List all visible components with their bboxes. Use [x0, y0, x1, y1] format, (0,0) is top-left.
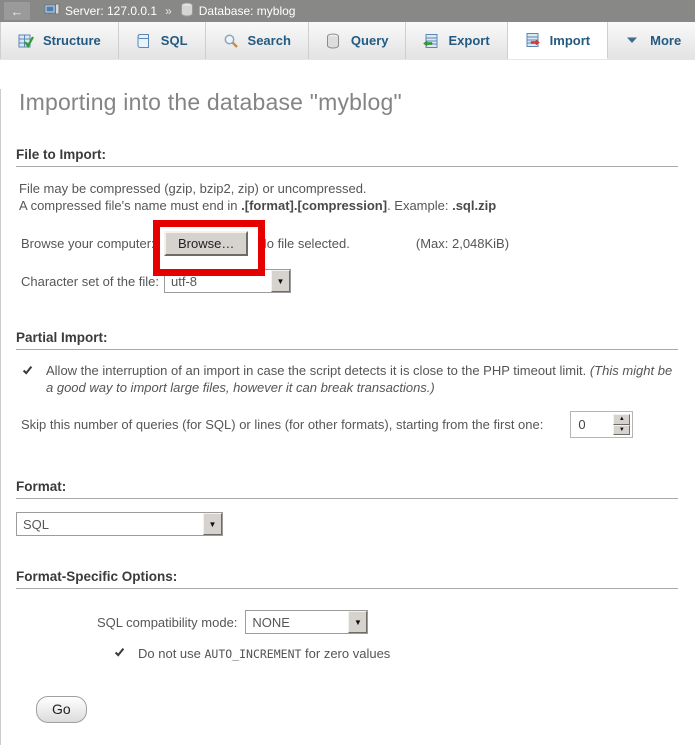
allow-interruption-row: Allow the interruption of an import in c…	[21, 362, 680, 396]
allow-interruption-label: Allow the interruption of an import in c…	[46, 362, 680, 396]
charset-label: Character set of the file:	[21, 274, 164, 289]
auto-increment-row: Do not use AUTO_INCREMENT for zero value…	[113, 645, 680, 663]
auto-increment-prefix: Do not use	[138, 646, 205, 661]
charset-dropdown-arrow-icon[interactable]: ▼	[271, 270, 290, 292]
tab-sql-label: SQL	[161, 33, 188, 48]
allow-interruption-checkbox[interactable]	[21, 364, 34, 377]
tab-bar: Structure SQL Search Query Export Import	[0, 22, 695, 60]
go-row: Go	[16, 663, 680, 723]
breadcrumb-database-label: Database: myblog	[199, 4, 296, 18]
breadcrumb-bar: ← Server: 127.0.0.1 » Database: myblog	[0, 0, 695, 22]
allow-interruption-text: Allow the interruption of an import in c…	[46, 363, 590, 378]
browse-label: Browse your computer:	[21, 236, 164, 251]
breadcrumb-database[interactable]: Database: myblog	[180, 2, 296, 20]
search-icon	[223, 33, 239, 49]
breadcrumb-separator: »	[165, 4, 172, 18]
max-size-text: (Max: 2,048KiB)	[416, 236, 509, 251]
server-icon	[44, 2, 60, 21]
file-to-import-heading: File to Import:	[16, 147, 678, 167]
auto-increment-code: AUTO_INCREMENT	[205, 647, 302, 661]
auto-increment-label: Do not use AUTO_INCREMENT for zero value…	[138, 645, 390, 663]
sql-compat-row: SQL compatibility mode: NONE ▼	[97, 610, 680, 634]
tab-more[interactable]: More	[608, 22, 695, 59]
charset-select[interactable]: utf-8 ▼	[164, 269, 291, 293]
auto-increment-suffix: for zero values	[301, 646, 390, 661]
stepper-up-icon[interactable]: ▲	[613, 414, 630, 425]
sql-compat-select[interactable]: NONE ▼	[245, 610, 368, 634]
tab-import-label: Import	[550, 33, 590, 48]
tab-structure-label: Structure	[43, 33, 101, 48]
tab-import[interactable]: Import	[508, 22, 608, 59]
skip-queries-stepper[interactable]: 0 ▲ ▼	[570, 411, 633, 438]
skip-queries-label: Skip this number of queries (for SQL) or…	[21, 417, 543, 432]
format-select[interactable]: SQL ▼	[16, 512, 223, 536]
browse-button[interactable]: Browse…	[164, 231, 248, 256]
export-icon	[423, 33, 439, 49]
no-file-selected-text: No file selected.	[257, 236, 350, 251]
browse-row: Browse your computer: Browse… No file se…	[21, 231, 680, 256]
charset-selected-value: utf-8	[165, 270, 271, 292]
format-selected-value: SQL	[17, 513, 203, 535]
import-icon	[525, 32, 541, 48]
structure-icon	[18, 33, 34, 49]
page-title: Importing into the database "myblog"	[19, 89, 680, 116]
compression-line1: File may be compressed (gzip, bzip2, zip…	[19, 181, 367, 196]
main-content: Importing into the database "myblog" Fil…	[0, 89, 695, 745]
tab-export[interactable]: Export	[406, 22, 507, 59]
charset-row: Character set of the file: utf-8 ▼	[21, 269, 680, 293]
compression-format-token: .[format].[compression]	[241, 198, 387, 213]
format-row: SQL ▼	[16, 512, 680, 536]
tab-sql[interactable]: SQL	[119, 22, 206, 59]
compression-line2-prefix: A compressed file's name must end in	[19, 198, 241, 213]
skip-queries-row: Skip this number of queries (for SQL) or…	[21, 411, 680, 438]
stepper-down-icon[interactable]: ▼	[613, 425, 630, 436]
sql-compat-selected-value: NONE	[246, 611, 348, 633]
skip-queries-value: 0	[573, 414, 613, 435]
tab-search-label: Search	[248, 33, 291, 48]
query-icon	[326, 33, 342, 49]
tab-query-label: Query	[351, 33, 389, 48]
tab-more-label: More	[650, 33, 681, 48]
sql-icon	[136, 33, 152, 49]
tab-query[interactable]: Query	[309, 22, 407, 59]
tab-structure[interactable]: Structure	[0, 22, 119, 59]
format-heading: Format:	[16, 479, 678, 499]
breadcrumb-server[interactable]: Server: 127.0.0.1	[44, 2, 157, 21]
partial-import-heading: Partial Import:	[16, 330, 678, 350]
format-dropdown-arrow-icon[interactable]: ▼	[203, 513, 222, 535]
compression-help-text: File may be compressed (gzip, bzip2, zip…	[19, 180, 680, 214]
chevron-down-icon	[625, 33, 641, 49]
tab-export-label: Export	[448, 33, 489, 48]
auto-increment-checkbox[interactable]	[113, 646, 126, 659]
go-button[interactable]: Go	[36, 696, 87, 723]
breadcrumb-server-label: Server: 127.0.0.1	[65, 4, 157, 18]
database-icon	[180, 2, 194, 20]
sql-compat-label: SQL compatibility mode:	[97, 615, 237, 630]
back-arrow-icon[interactable]: ←	[4, 2, 30, 20]
format-specific-options-heading: Format-Specific Options:	[16, 569, 678, 589]
tab-search[interactable]: Search	[206, 22, 309, 59]
compression-line2-mid: . Example:	[387, 198, 452, 213]
sql-compat-dropdown-arrow-icon[interactable]: ▼	[348, 611, 367, 633]
compression-example-token: .sql.zip	[452, 198, 496, 213]
